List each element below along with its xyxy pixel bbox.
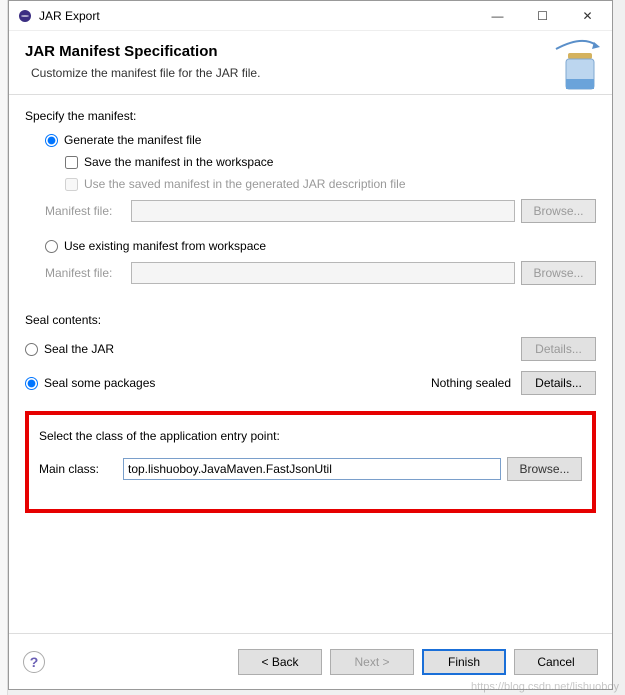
seal-some-radio-row[interactable]: Seal some packages <box>25 376 155 390</box>
dialog-header: JAR Manifest Specification Customize the… <box>9 31 612 95</box>
entry-point-highlight-box: Select the class of the application entr… <box>25 411 596 513</box>
reuse-manifest-label: Use the saved manifest in the generated … <box>84 177 406 191</box>
use-existing-label: Use existing manifest from workspace <box>64 239 266 253</box>
reuse-manifest-check-row: Use the saved manifest in the generated … <box>65 177 596 191</box>
dialog-footer: ? < Back Next > Finish Cancel <box>9 633 612 689</box>
seal-jar-radio[interactable] <box>25 343 38 356</box>
reuse-manifest-checkbox <box>65 178 78 191</box>
generate-manifest-radio-row[interactable]: Generate the manifest file <box>45 133 596 147</box>
back-button[interactable]: < Back <box>238 649 322 675</box>
main-class-input[interactable] <box>123 458 501 480</box>
jar-export-dialog: JAR Export — ☐ ✕ JAR Manifest Specificat… <box>8 0 613 690</box>
editor-gutter <box>0 0 8 695</box>
manifest-file-row-1: Manifest file: Browse... <box>45 199 596 223</box>
window-title: JAR Export <box>39 9 475 23</box>
next-button: Next > <box>330 649 414 675</box>
save-manifest-label: Save the manifest in the workspace <box>84 155 273 169</box>
seal-some-label: Seal some packages <box>44 376 155 390</box>
main-class-row: Main class: Browse... <box>39 457 582 481</box>
window-controls: — ☐ ✕ <box>475 2 610 30</box>
entry-point-label: Select the class of the application entr… <box>39 429 582 443</box>
cancel-button[interactable]: Cancel <box>514 649 598 675</box>
minimize-button[interactable]: — <box>475 2 520 30</box>
help-icon[interactable]: ? <box>23 651 45 673</box>
finish-button[interactable]: Finish <box>422 649 506 675</box>
page-title: JAR Manifest Specification <box>25 43 596 60</box>
save-manifest-check-row[interactable]: Save the manifest in the workspace <box>65 155 596 169</box>
seal-some-row: Seal some packages Nothing sealed Detail… <box>25 371 596 395</box>
details-button-1: Details... <box>521 337 596 361</box>
generate-manifest-radio[interactable] <box>45 134 58 147</box>
eclipse-icon <box>17 8 33 24</box>
nothing-sealed-text: Nothing sealed <box>431 376 511 390</box>
seal-contents-label: Seal contents: <box>25 313 596 327</box>
manifest-file-label-1: Manifest file: <box>45 204 125 218</box>
seal-jar-radio-row[interactable]: Seal the JAR <box>25 342 114 356</box>
use-existing-radio[interactable] <box>45 240 58 253</box>
seal-some-radio[interactable] <box>25 377 38 390</box>
maximize-button[interactable]: ☐ <box>520 2 565 30</box>
close-button[interactable]: ✕ <box>565 2 610 30</box>
manifest-file-label-2: Manifest file: <box>45 266 125 280</box>
browse-button-manifest-2: Browse... <box>521 261 596 285</box>
specify-manifest-label: Specify the manifest: <box>25 109 596 123</box>
dialog-content: Specify the manifest: Generate the manif… <box>9 95 612 531</box>
seal-jar-row: Seal the JAR Details... <box>25 337 596 361</box>
manifest-file-row-2: Manifest file: Browse... <box>45 261 596 285</box>
manifest-file-input-2 <box>131 262 515 284</box>
seal-jar-label: Seal the JAR <box>44 342 114 356</box>
generate-manifest-label: Generate the manifest file <box>64 133 201 147</box>
page-subtitle: Customize the manifest file for the JAR … <box>31 66 596 80</box>
wizard-buttons: < Back Next > Finish Cancel <box>238 649 598 675</box>
browse-button-manifest-1: Browse... <box>521 199 596 223</box>
use-existing-radio-row[interactable]: Use existing manifest from workspace <box>45 239 596 253</box>
browse-button-main-class[interactable]: Browse... <box>507 457 582 481</box>
main-class-label: Main class: <box>39 462 117 476</box>
manifest-file-input-1 <box>131 200 515 222</box>
save-manifest-checkbox[interactable] <box>65 156 78 169</box>
titlebar: JAR Export — ☐ ✕ <box>9 1 612 31</box>
details-button-2[interactable]: Details... <box>521 371 596 395</box>
jar-icon <box>552 39 602 99</box>
